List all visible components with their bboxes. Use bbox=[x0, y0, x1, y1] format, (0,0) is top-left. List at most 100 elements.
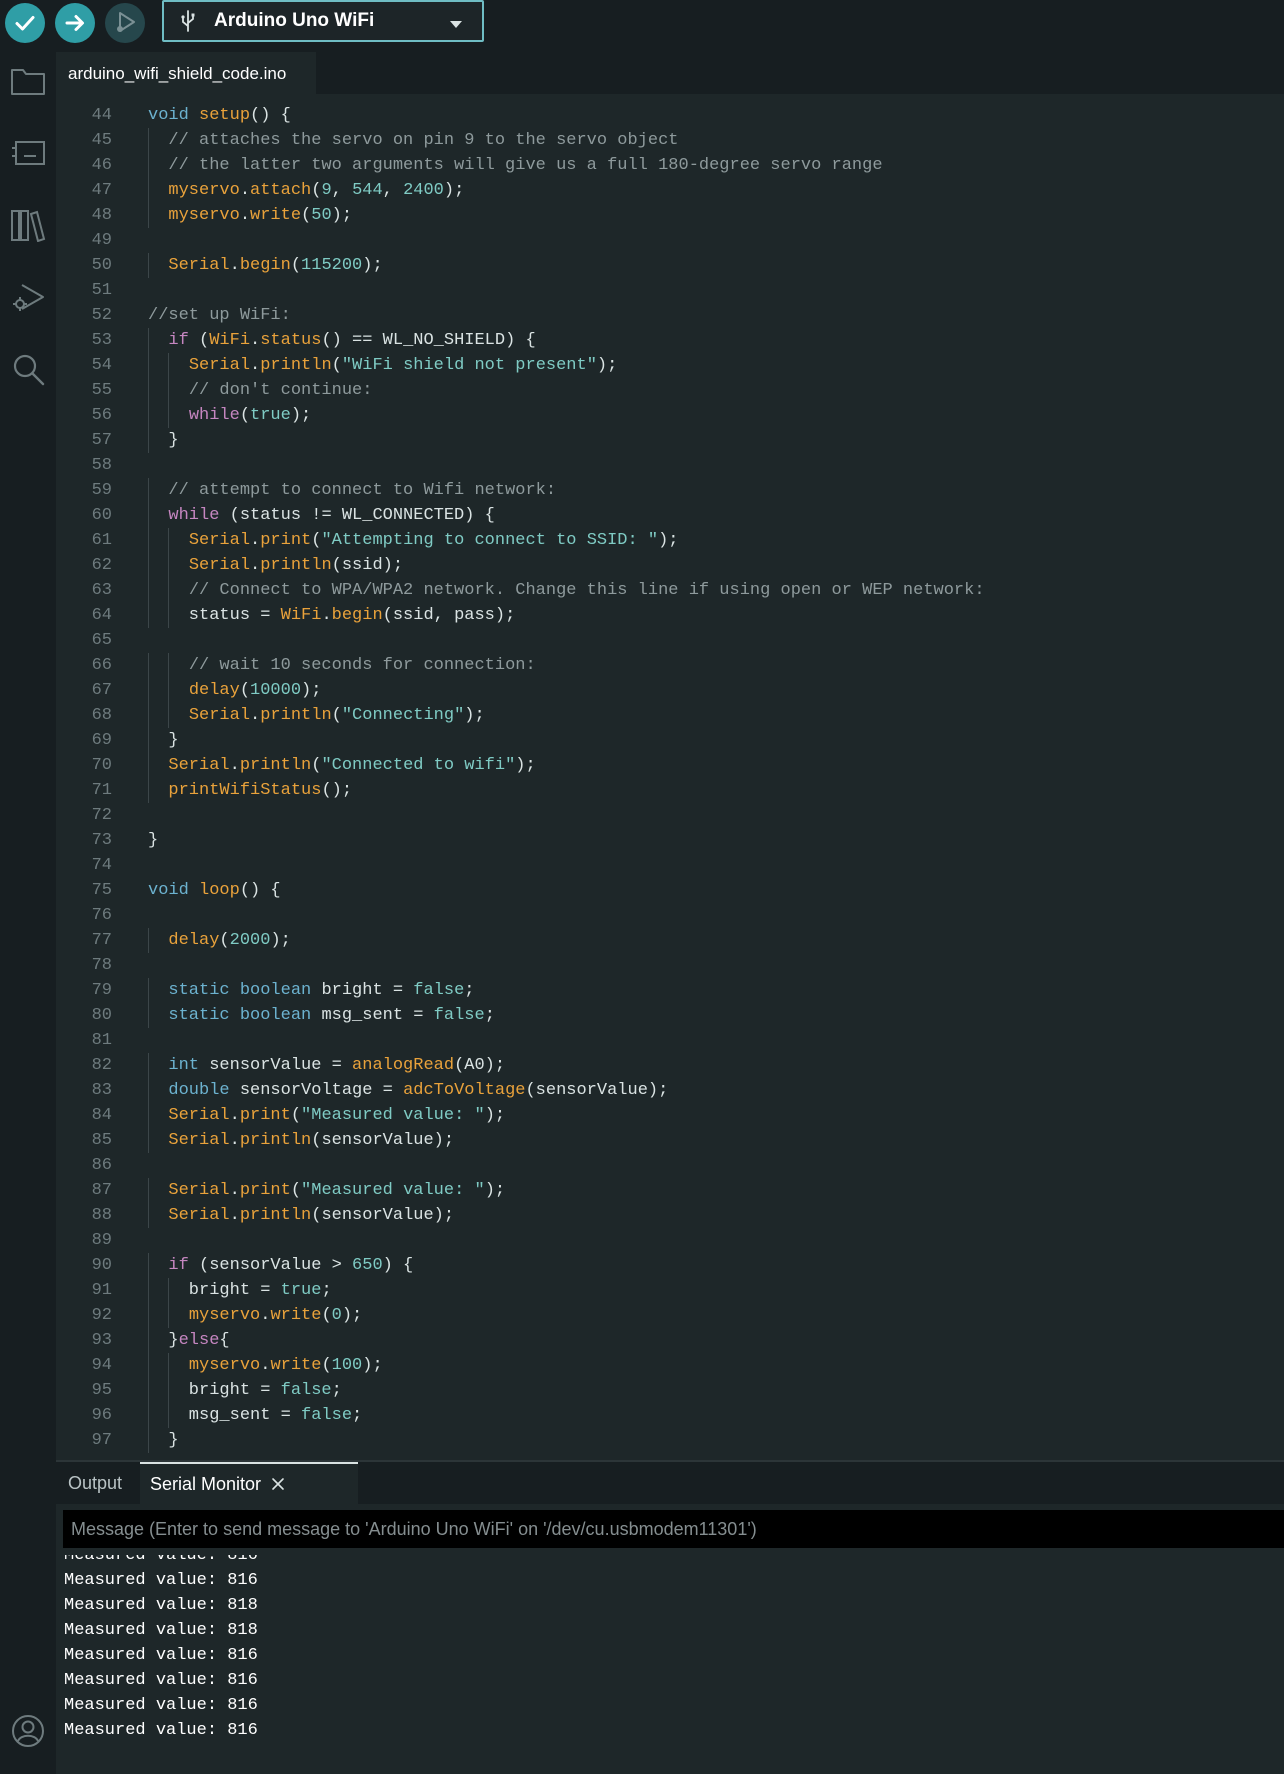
code-line[interactable]: 47 myservo.attach(9, 544, 2400); bbox=[56, 178, 1284, 203]
tab-output[interactable]: Output bbox=[68, 1462, 122, 1504]
debug-button[interactable] bbox=[105, 3, 145, 43]
code-line[interactable]: 87 Serial.print("Measured value: "); bbox=[56, 1178, 1284, 1203]
code-text: Serial.print("Measured value: "); bbox=[168, 1181, 506, 1200]
code-line[interactable]: 52 //set up WiFi: bbox=[56, 303, 1284, 328]
code-line[interactable]: 73} bbox=[56, 828, 1284, 853]
code-line[interactable]: 59 // attempt to connect to Wifi network… bbox=[56, 478, 1284, 503]
code-text: double sensorVoltage = adcToVoltage(sens… bbox=[168, 1081, 669, 1100]
code-text: Serial.begin(115200); bbox=[168, 256, 383, 275]
sidebar-item-sketchbook[interactable] bbox=[5, 58, 51, 104]
code-line[interactable]: 94 myservo.write(100); bbox=[56, 1353, 1284, 1378]
serial-message-input[interactable] bbox=[63, 1510, 1284, 1548]
sidebar-item-library-manager[interactable] bbox=[5, 202, 51, 248]
code-line[interactable]: 54 Serial.println("WiFi shield not prese… bbox=[56, 353, 1284, 378]
code-line[interactable]: 72 bbox=[56, 803, 1284, 828]
code-line[interactable]: 70 Serial.println("Connected to wifi"); bbox=[56, 753, 1284, 778]
code-line[interactable]: 86 bbox=[56, 1153, 1284, 1178]
code-text: // wait 10 seconds for connection: bbox=[188, 656, 536, 675]
line-number: 67 bbox=[91, 681, 112, 700]
code-line[interactable]: 84 Serial.print("Measured value: "); bbox=[56, 1103, 1284, 1128]
sidebar bbox=[0, 46, 56, 1774]
code-line[interactable]: 49 bbox=[56, 228, 1284, 253]
code-line[interactable]: 78 bbox=[56, 953, 1284, 978]
code-text: delay(10000); bbox=[188, 681, 322, 700]
code-line[interactable]: 58 bbox=[56, 453, 1284, 478]
line-number: 86 bbox=[91, 1156, 112, 1175]
code-line[interactable]: 75 void loop() { bbox=[56, 878, 1284, 903]
serial-lines: Measured value: 816 Measured value: 816 Me… bbox=[64, 1555, 258, 1743]
line-number: 50 bbox=[91, 256, 112, 275]
code-line[interactable]: 66 // wait 10 seconds for connection: bbox=[56, 653, 1284, 678]
board-selector[interactable]: Arduino Uno WiFi bbox=[162, 0, 484, 42]
code-line[interactable]: 85 Serial.println(sensorValue); bbox=[56, 1128, 1284, 1153]
code-text: bright = true; bbox=[148, 1281, 332, 1300]
serial-line: Measured value: 816 bbox=[64, 1721, 258, 1740]
code-line[interactable]: 93 }else{ bbox=[56, 1328, 1284, 1353]
close-icon[interactable] bbox=[271, 1477, 285, 1491]
line-number: 44 bbox=[91, 106, 112, 125]
code-line[interactable]: 46 // the latter two arguments will give… bbox=[56, 153, 1284, 178]
code-line[interactable]: 82 int sensorValue = analogRead(A0); bbox=[56, 1053, 1284, 1078]
code-line[interactable]: 51 bbox=[56, 278, 1284, 303]
line-number: 51 bbox=[91, 281, 112, 300]
code-line[interactable]: 61 Serial.print("Attempting to connect t… bbox=[56, 528, 1284, 553]
code-text: // the latter two arguments will give us… bbox=[168, 156, 883, 175]
serial-output: Measured value: 816 Measured value: 816 Me… bbox=[64, 1555, 1264, 1765]
line-number: 87 bbox=[91, 1181, 112, 1200]
code-line[interactable]: 76 bbox=[56, 903, 1284, 928]
code-line[interactable]: 83 double sensorVoltage = adcToVoltage(s… bbox=[56, 1078, 1284, 1103]
line-number: 90 bbox=[91, 1256, 112, 1275]
code-editor[interactable]: 43 44 void setup() {45 // attaches the ser… bbox=[56, 94, 1284, 1460]
serial-line: Measured value: 816 bbox=[64, 1671, 258, 1690]
line-number: 80 bbox=[91, 1006, 112, 1025]
code-line[interactable]: 60 while (status != WL_CONNECTED) { bbox=[56, 503, 1284, 528]
profile-button[interactable] bbox=[5, 1708, 51, 1754]
sidebar-item-debug[interactable] bbox=[5, 274, 51, 320]
code-line[interactable]: 44 void setup() { bbox=[56, 103, 1284, 128]
code-line[interactable]: 64 status = WiFi.begin(ssid, pass); bbox=[56, 603, 1284, 628]
code-line[interactable]: 92 myservo.write(0); bbox=[56, 1303, 1284, 1328]
code-line[interactable]: 55 // don't continue: bbox=[56, 378, 1284, 403]
code-line[interactable]: 67 delay(10000); bbox=[56, 678, 1284, 703]
code-line[interactable]: 45 // attaches the servo on pin 9 to the… bbox=[56, 128, 1284, 153]
code-line[interactable]: 57 } bbox=[56, 428, 1284, 453]
code-line[interactable]: 56 while(true); bbox=[56, 403, 1284, 428]
code-line[interactable]: 63 // Connect to WPA/WPA2 network. Chang… bbox=[56, 578, 1284, 603]
code-text: Serial.print("Attempting to connect to S… bbox=[188, 531, 679, 550]
tab-sketch-file[interactable]: arduino_wifi_shield_code.ino bbox=[56, 52, 316, 94]
code-line[interactable]: 53 if (WiFi.status() == WL_NO_SHIELD) { bbox=[56, 328, 1284, 353]
tab-serial-monitor[interactable]: Serial Monitor bbox=[140, 1462, 358, 1504]
code-line[interactable]: 65 bbox=[56, 628, 1284, 653]
verify-button[interactable] bbox=[5, 3, 45, 43]
line-number: 53 bbox=[91, 331, 112, 350]
code-line[interactable]: 81 bbox=[56, 1028, 1284, 1053]
upload-button[interactable] bbox=[55, 3, 95, 43]
sidebar-item-search[interactable] bbox=[5, 346, 51, 392]
code-line[interactable]: 96 msg_sent = false; bbox=[56, 1403, 1284, 1428]
sidebar-item-boards-manager[interactable] bbox=[5, 130, 51, 176]
line-number: 92 bbox=[91, 1306, 112, 1325]
code-line[interactable]: 91 bright = true; bbox=[56, 1278, 1284, 1303]
code-text: static boolean msg_sent = false; bbox=[168, 1006, 495, 1025]
code-line[interactable]: 79 static boolean bright = false; bbox=[56, 978, 1284, 1003]
code-line[interactable]: 90 if (sensorValue > 650) { bbox=[56, 1253, 1284, 1278]
code-line[interactable]: 74 bbox=[56, 853, 1284, 878]
code-line[interactable]: 71 printWifiStatus(); bbox=[56, 778, 1284, 803]
code-line[interactable]: 89 bbox=[56, 1228, 1284, 1253]
code-line[interactable]: 43 bbox=[56, 94, 1284, 103]
code-line[interactable]: 97 } bbox=[56, 1428, 1284, 1453]
code-line[interactable]: 50 Serial.begin(115200); bbox=[56, 253, 1284, 278]
code-line[interactable]: 69 } bbox=[56, 728, 1284, 753]
line-number: 73 bbox=[91, 831, 112, 850]
code-line[interactable]: 80 static boolean msg_sent = false; bbox=[56, 1003, 1284, 1028]
code-line[interactable]: 62 Serial.println(ssid); bbox=[56, 553, 1284, 578]
code-line[interactable]: 68 Serial.println("Connecting"); bbox=[56, 703, 1284, 728]
code-text: myservo.attach(9, 544, 2400); bbox=[168, 181, 465, 200]
code-line[interactable]: 88 Serial.println(sensorValue); bbox=[56, 1203, 1284, 1228]
usb-icon bbox=[180, 10, 200, 32]
code-line[interactable]: 77 delay(2000); bbox=[56, 928, 1284, 953]
code-line[interactable]: 48 myservo.write(50); bbox=[56, 203, 1284, 228]
code-text: myservo.write(0); bbox=[188, 1306, 363, 1325]
code-line[interactable]: 95 bright = false; bbox=[56, 1378, 1284, 1403]
line-number: 83 bbox=[91, 1081, 112, 1100]
